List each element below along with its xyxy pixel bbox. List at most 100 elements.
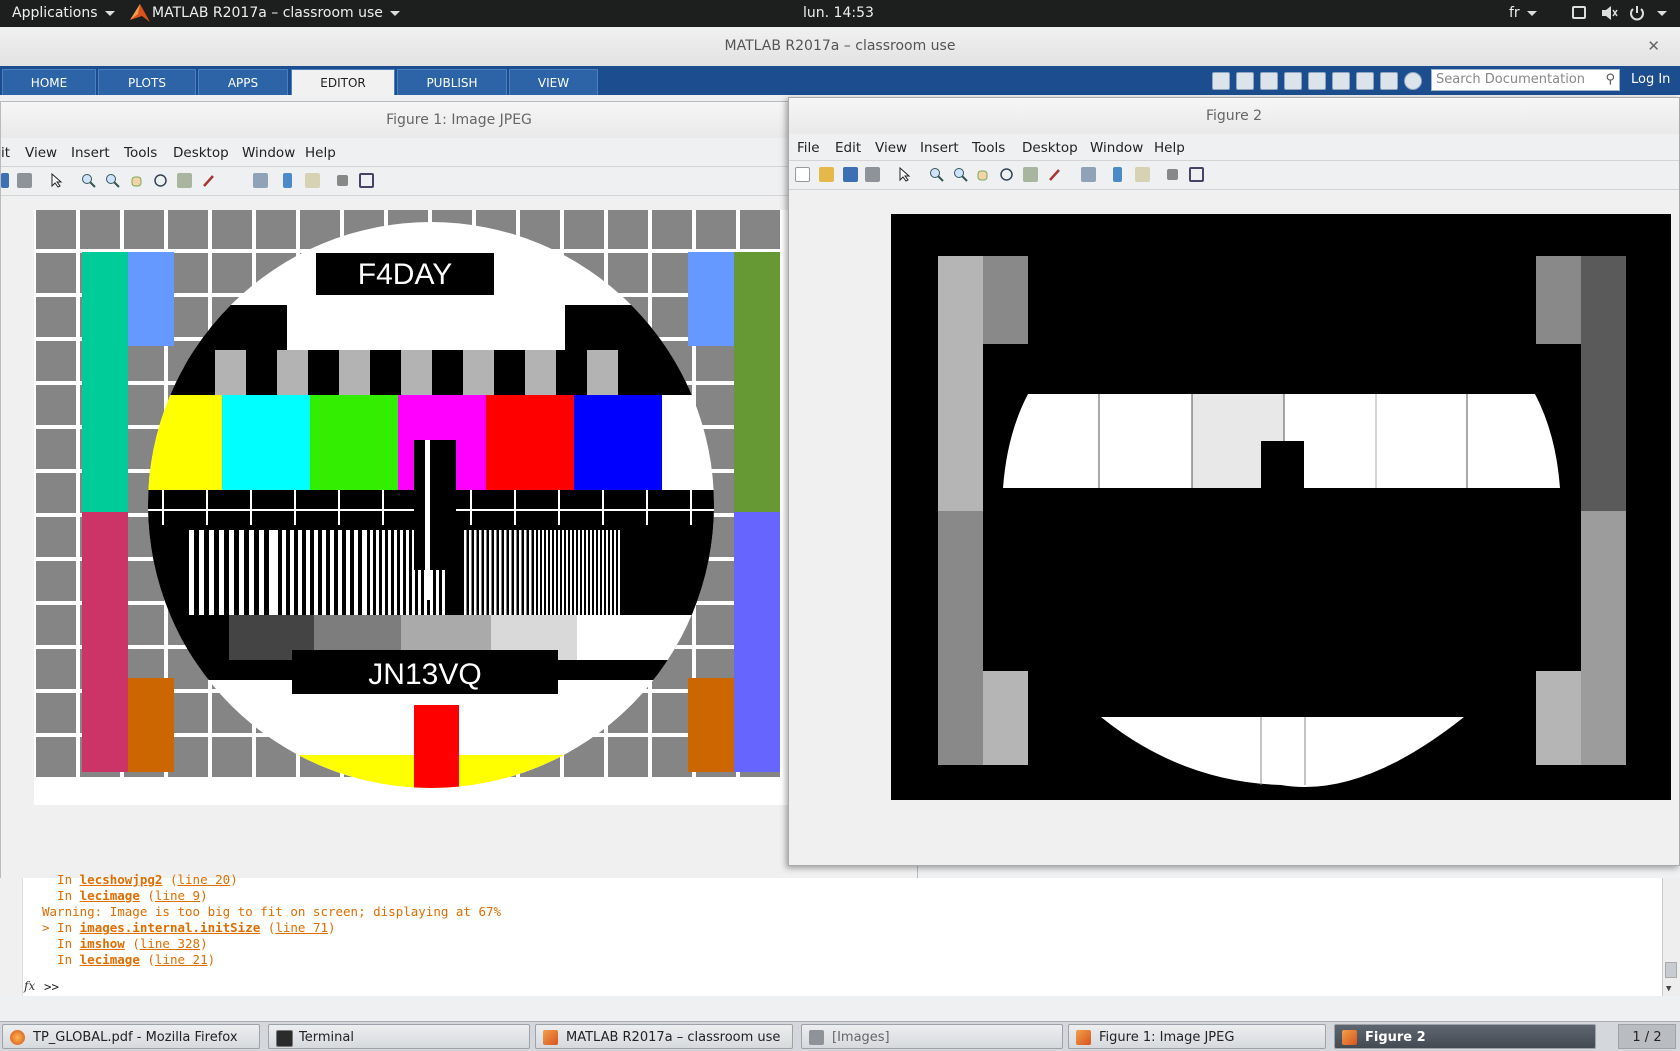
print-icon[interactable] bbox=[17, 173, 32, 188]
pointer-icon[interactable] bbox=[897, 166, 912, 182]
task-images-folder[interactable]: [Images] bbox=[801, 1024, 1063, 1049]
workspace-switcher[interactable]: 1 / 2 bbox=[1618, 1024, 1676, 1049]
show-plot-tools-icon[interactable] bbox=[1189, 167, 1204, 182]
right-level-bar-3 bbox=[1536, 671, 1581, 765]
volume-icon[interactable] bbox=[1600, 4, 1618, 26]
search-documentation-input[interactable]: Search Documentation ⚲ bbox=[1431, 69, 1620, 91]
scrollbar-thumb[interactable] bbox=[1665, 962, 1677, 978]
menu-tools[interactable]: Tools bbox=[972, 140, 1005, 156]
menu-tools[interactable]: Tools bbox=[124, 145, 157, 161]
line-number-link[interactable]: line 21 bbox=[155, 952, 208, 967]
paste-icon[interactable] bbox=[1308, 72, 1326, 90]
screen-icon[interactable] bbox=[1572, 6, 1586, 19]
switch-windows-icon[interactable] bbox=[1380, 72, 1398, 90]
redo-icon[interactable] bbox=[1356, 72, 1374, 90]
close-icon[interactable]: ✕ bbox=[1647, 27, 1660, 66]
save-icon[interactable] bbox=[1, 173, 9, 188]
link-plot-icon[interactable] bbox=[1081, 167, 1096, 182]
search-icon[interactable]: ⚲ bbox=[1605, 70, 1615, 90]
function-link[interactable]: lecimage bbox=[80, 888, 140, 903]
show-plot-tools-icon[interactable] bbox=[359, 173, 374, 188]
menu-view[interactable]: View bbox=[25, 145, 57, 161]
help-icon[interactable] bbox=[1404, 72, 1422, 90]
hide-plot-tools-icon[interactable] bbox=[337, 175, 348, 186]
menu-window[interactable]: Window bbox=[242, 145, 295, 161]
menu-edit[interactable]: it bbox=[1, 145, 10, 161]
tab-view[interactable]: VIEW bbox=[509, 69, 598, 95]
function-link[interactable]: images.internal.initSize bbox=[80, 920, 261, 935]
menu-insert[interactable]: Insert bbox=[920, 140, 959, 156]
command-prompt[interactable]: >> bbox=[44, 979, 59, 994]
open-file-icon[interactable] bbox=[819, 167, 834, 182]
new-figure-icon[interactable] bbox=[795, 167, 810, 182]
figure1-title: Figure 1: Image JPEG bbox=[1, 102, 917, 138]
task-figure2[interactable]: Figure 2 bbox=[1334, 1024, 1596, 1049]
zoom-out-icon[interactable] bbox=[953, 167, 968, 182]
zoom-in-icon[interactable] bbox=[81, 173, 96, 188]
power-icon[interactable] bbox=[1628, 4, 1646, 26]
keyboard-layout-menu[interactable]: fr bbox=[1509, 5, 1537, 21]
task-firefox[interactable]: TP_GLOBAL.pdf - Mozilla Firefox bbox=[2, 1024, 260, 1049]
pointer-icon[interactable] bbox=[49, 172, 64, 188]
brush-icon[interactable] bbox=[1047, 167, 1062, 182]
link-plot-icon[interactable] bbox=[253, 173, 268, 188]
line-number-link[interactable]: line 20 bbox=[178, 872, 231, 887]
tab-home[interactable]: HOME bbox=[2, 69, 96, 95]
zoom-in-icon[interactable] bbox=[929, 167, 944, 182]
menu-view[interactable]: View bbox=[875, 140, 907, 156]
save-icon[interactable] bbox=[1236, 72, 1254, 90]
pan-icon[interactable] bbox=[129, 173, 144, 188]
applications-menu[interactable]: Applications bbox=[12, 5, 115, 21]
menu-file[interactable]: File bbox=[797, 140, 820, 156]
task-matlab[interactable]: MATLAB R2017a – classroom use bbox=[535, 1024, 793, 1049]
data-cursor-icon[interactable] bbox=[177, 173, 192, 188]
fx-icon[interactable]: fx bbox=[24, 979, 35, 993]
tab-publish[interactable]: PUBLISH bbox=[397, 69, 507, 95]
line-number-link[interactable]: line 9 bbox=[155, 888, 200, 903]
menu-window[interactable]: Window bbox=[1090, 140, 1143, 156]
line-number-link[interactable]: line 328 bbox=[140, 936, 200, 951]
menu-edit[interactable]: Edit bbox=[835, 140, 861, 156]
tab-editor[interactable]: EDITOR bbox=[291, 69, 395, 95]
print-icon[interactable] bbox=[865, 167, 880, 182]
menu-desktop[interactable]: Desktop bbox=[173, 145, 229, 161]
tab-apps[interactable]: APPS bbox=[198, 69, 288, 95]
menu-desktop[interactable]: Desktop bbox=[1022, 140, 1078, 156]
menu-help[interactable]: Help bbox=[305, 145, 336, 161]
line-number-link[interactable]: line 71 bbox=[275, 920, 328, 935]
save-icon[interactable] bbox=[843, 167, 858, 182]
cut-icon[interactable] bbox=[1260, 72, 1278, 90]
pan-icon[interactable] bbox=[975, 167, 990, 182]
data-cursor-icon[interactable] bbox=[1023, 167, 1038, 182]
rotate-icon[interactable] bbox=[153, 173, 168, 188]
login-link[interactable]: Log In bbox=[1631, 72, 1670, 87]
function-link[interactable]: lecshowjpg2 bbox=[80, 872, 163, 887]
active-window-title: MATLAB R2017a – classroom use bbox=[152, 5, 383, 21]
active-window-menu[interactable]: MATLAB R2017a – classroom use bbox=[152, 5, 400, 21]
task-terminal[interactable]: Terminal bbox=[268, 1024, 530, 1049]
brush-icon[interactable] bbox=[201, 173, 216, 188]
rotate-icon[interactable] bbox=[999, 167, 1014, 182]
clock[interactable]: lun. 14:53 bbox=[803, 5, 874, 21]
undo-icon[interactable] bbox=[1332, 72, 1350, 90]
legend-icon[interactable] bbox=[305, 173, 320, 188]
command-window-scrollbar[interactable]: ▼ bbox=[1662, 878, 1680, 996]
legend-icon[interactable] bbox=[1135, 167, 1150, 182]
colorbar-icon[interactable] bbox=[283, 173, 292, 188]
function-link[interactable]: lecimage bbox=[80, 952, 140, 967]
hide-plot-tools-icon[interactable] bbox=[1167, 169, 1178, 180]
zoom-out-icon[interactable] bbox=[105, 173, 120, 188]
colorbar-icon[interactable] bbox=[1113, 167, 1122, 182]
function-link[interactable]: imshow bbox=[80, 936, 125, 951]
frequency-line bbox=[376, 530, 379, 615]
menu-insert[interactable]: Insert bbox=[71, 145, 110, 161]
tab-plots[interactable]: PLOTS bbox=[98, 69, 196, 95]
task-figure1[interactable]: Figure 1: Image JPEG bbox=[1068, 1024, 1326, 1049]
command-window[interactable]: In lecshowjpg2 (line 20) In lecimage (li… bbox=[0, 872, 1680, 996]
scroll-down-icon[interactable]: ▼ bbox=[1666, 984, 1671, 994]
left-bar-pink bbox=[82, 512, 128, 772]
system-menu[interactable] bbox=[1650, 5, 1667, 21]
new-file-icon[interactable] bbox=[1212, 72, 1230, 90]
copy-icon[interactable] bbox=[1284, 72, 1302, 90]
menu-help[interactable]: Help bbox=[1154, 140, 1185, 156]
